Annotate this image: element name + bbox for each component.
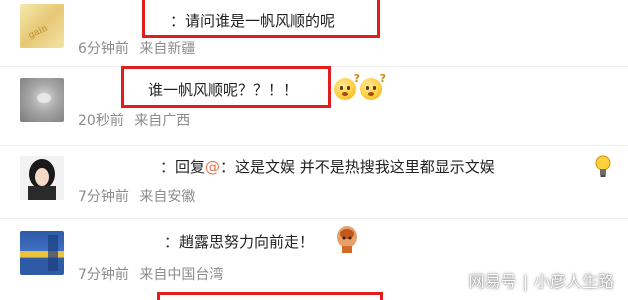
comment-meta: 7分钟前 来自安徽 [78, 186, 195, 206]
thinking-emoji-icon: ? [334, 72, 360, 100]
highlight-box [142, 0, 380, 38]
username-colon: ： [164, 233, 180, 251]
reply-text: ：这是文娱 并不是热搜我这里都显示文娱 [220, 158, 495, 176]
reply-at-link[interactable]: @ [205, 158, 220, 176]
thinking-emoji-icon: ? [360, 72, 386, 100]
avatar-image-icon [37, 93, 51, 103]
username-colon: ： [160, 158, 176, 176]
avatar[interactable]: gain [20, 4, 64, 48]
watermark-separator: | [522, 272, 528, 291]
watermark: 网易号 | 小彦人生路 [469, 268, 614, 292]
avatar-image-icon [48, 235, 58, 271]
reply-prefix: 回复 [175, 158, 206, 176]
avatar-image-icon [28, 159, 56, 200]
comment-body: 趙露思努力向前走！ [179, 233, 315, 251]
comment-location: 来自新疆 [139, 41, 196, 57]
avatar-image-icon: gain [27, 23, 49, 41]
avatar[interactable] [20, 231, 64, 275]
comment-text: ：回复@：这是文娱 并不是热搜我这里都显示文娱 [160, 156, 495, 177]
highlight-box [121, 66, 331, 108]
comment-meta: 6分钟前 来自新疆 [78, 38, 195, 58]
highlight-box [157, 292, 383, 300]
avatar[interactable] [20, 156, 64, 200]
comment-time: 6分钟前 [78, 41, 129, 57]
comment-time: 7分钟前 [78, 189, 129, 205]
comment-item: 谁一帆风顺呢？？！！ ? ? 20秒前 来自广西 [0, 66, 628, 145]
comment-location: 来自广西 [134, 113, 191, 129]
comment-item: gain ：请问谁是一帆风顺的呢 6分钟前 来自新疆 [0, 0, 628, 66]
comment-time: 20秒前 [78, 113, 124, 129]
watermark-author: 小彦人生路 [533, 272, 614, 291]
sticker-icon [334, 224, 360, 254]
comment-time: 7分钟前 [78, 267, 129, 283]
svg-text:gain: gain [27, 23, 49, 41]
comment-location: 来自中国台湾 [139, 267, 224, 283]
lightbulb-emoji-icon [594, 154, 612, 178]
comment-item: ：回复@：这是文娱 并不是热搜我这里都显示文娱 7分钟前 来自安徽 [0, 146, 628, 218]
comment-meta: 7分钟前 来自中国台湾 [78, 264, 223, 284]
comment-location: 来自安徽 [139, 189, 196, 205]
comment-text: ：趙露思努力向前走！ [164, 231, 314, 252]
comment-meta: 20秒前 来自广西 [78, 110, 190, 130]
avatar[interactable] [20, 78, 64, 122]
watermark-brand: 网易号 [468, 272, 517, 291]
